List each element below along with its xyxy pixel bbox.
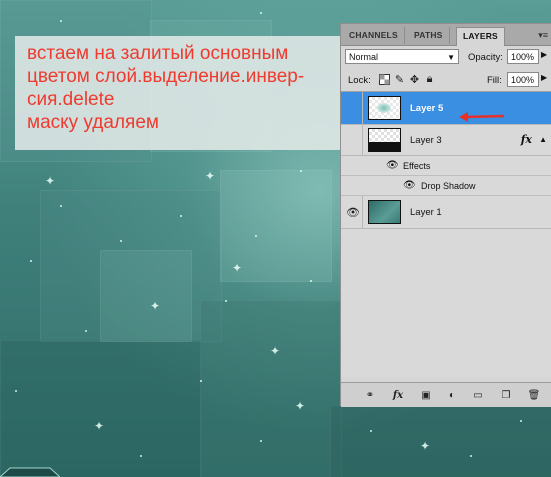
sparkle-dot [470,455,472,457]
layer-row-layer-1[interactable]: 👁 Layer 1 [341,196,551,229]
sparkle-icon: ✦ [150,299,161,313]
sparkle-dot [140,455,142,457]
trash-icon[interactable]: 🗑︎ [527,388,541,402]
sparkle-dot [370,430,372,432]
sparkle-dot [225,300,227,302]
opacity-input[interactable]: 100% [507,49,539,64]
blend-mode-value: Normal [349,52,379,62]
new-group-folder-icon[interactable]: ▭ [471,388,485,402]
eye-icon[interactable]: 👁 [344,196,363,228]
opacity-slider-arrow-icon[interactable]: ▶ [541,50,547,59]
visibility-toggle-empty[interactable]: 👁 [344,125,363,155]
tab-channels[interactable]: CHANNELS [343,27,405,44]
sparkle-dot [260,12,262,14]
lock-all-icon[interactable]: 🔒︎ [423,73,436,86]
layer-thumbnail [368,128,401,152]
eye-icon[interactable]: 👁 [386,160,399,171]
lock-row: Lock: ✎ ✥ 🔒︎ Fill: 100% ▶ [341,69,551,92]
layers-panel: CHANNELS PATHS LAYERS ▾≡ Normal ▼ Opacit… [340,23,551,407]
sparkle-dot [60,20,62,22]
sparkle-dot [15,390,17,392]
layer-thumbnail [368,96,401,120]
texture-tile [0,340,202,477]
sparkle-icon: ✦ [94,419,105,433]
texture-tile [330,405,551,477]
sparkle-icon: ✦ [232,261,243,275]
lock-position-move-icon[interactable]: ✥ [408,73,421,86]
opacity-label: Opacity: [468,52,503,63]
sparkle-icon: ✦ [205,169,216,183]
gem-edge [0,467,60,477]
instruction-line: сия.delete [27,89,115,110]
sparkle-dot [200,380,202,382]
add-mask-icon[interactable]: ▣ [419,388,433,402]
sparkle-dot [60,205,62,207]
instruction-text: встаем на залитый основным цветом слой.в… [27,42,357,134]
visibility-toggle-empty[interactable]: 👁 [344,92,363,124]
new-layer-icon[interactable]: ❐ [499,388,513,402]
annotation-arrow-icon [459,112,505,122]
sparkle-dot [260,440,262,442]
sparkle-dot [120,240,122,242]
fill-input[interactable]: 100% [507,72,539,87]
lock-pixels-brush-icon[interactable]: ✎ [393,73,406,86]
sparkle-icon: ✦ [420,439,431,453]
sparkle-icon: ✦ [295,399,306,413]
sparkle-dot [180,215,182,217]
fx-icon[interactable]: fx [521,133,532,146]
fill-label: Fill: [487,75,502,86]
instruction-note: встаем на залитый основным цветом слой.в… [15,36,359,150]
panel-footer: ⚭ fx ▣ ◐ ▭ ❐ 🗑︎ [341,382,551,407]
sparkle-icon: ✦ [270,344,281,358]
sparkle-dot [30,260,32,262]
texture-tile [100,250,192,342]
lock-label: Lock: [348,75,371,86]
texture-tile [200,300,342,477]
layer-name[interactable]: Layer 3 [410,135,442,146]
blend-row: Normal ▼ Opacity: 100% ▶ [341,46,551,68]
sparkle-dot [85,330,87,332]
tab-paths[interactable]: PATHS [408,27,450,44]
drop-shadow-row[interactable]: 👁 Drop Shadow [341,176,551,196]
instruction-line: маску удаляем [27,112,159,133]
layers-list: 👁 Layer 5 👁 Layer 3 fx ▲ 👁 Effects 👁 Dro… [341,92,551,377]
layer-name[interactable]: Layer 5 [410,103,443,114]
link-layers-icon[interactable]: ⚭ [363,388,377,402]
effects-row[interactable]: 👁 Effects [341,156,551,176]
layer-name[interactable]: Layer 1 [410,207,442,218]
sparkle-dot [520,420,522,422]
sparkle-dot [310,280,312,282]
chevron-down-icon: ▼ [447,53,455,62]
instruction-line: цветом слой.выделение.инвер- [27,66,305,87]
new-adjustment-layer-icon[interactable]: ◐ [445,388,459,402]
tab-layers[interactable]: LAYERS [456,27,505,46]
drop-shadow-label: Drop Shadow [421,181,476,191]
layer-thumbnail [368,200,401,224]
effects-label: Effects [403,161,431,171]
panel-tabs: CHANNELS PATHS LAYERS ▾≡ [341,24,551,46]
instruction-line: встаем на залитый основным [27,43,289,64]
panel-menu-icon[interactable]: ▾≡ [538,30,548,41]
layer-row-layer-5[interactable]: 👁 Layer 5 [341,92,551,125]
layer-row-layer-3[interactable]: 👁 Layer 3 fx ▲ [341,125,551,156]
lock-transparency-icon[interactable] [378,73,391,86]
eye-icon[interactable]: 👁 [403,180,416,191]
sparkle-icon: ✦ [45,174,56,188]
sparkle-dot [255,235,257,237]
blend-mode-select[interactable]: Normal ▼ [345,49,459,64]
sparkle-dot [300,170,302,172]
fill-slider-arrow-icon[interactable]: ▶ [541,73,547,82]
add-style-fx-icon[interactable]: fx [391,388,405,402]
effects-collapse-icon[interactable]: ▲ [539,135,547,144]
